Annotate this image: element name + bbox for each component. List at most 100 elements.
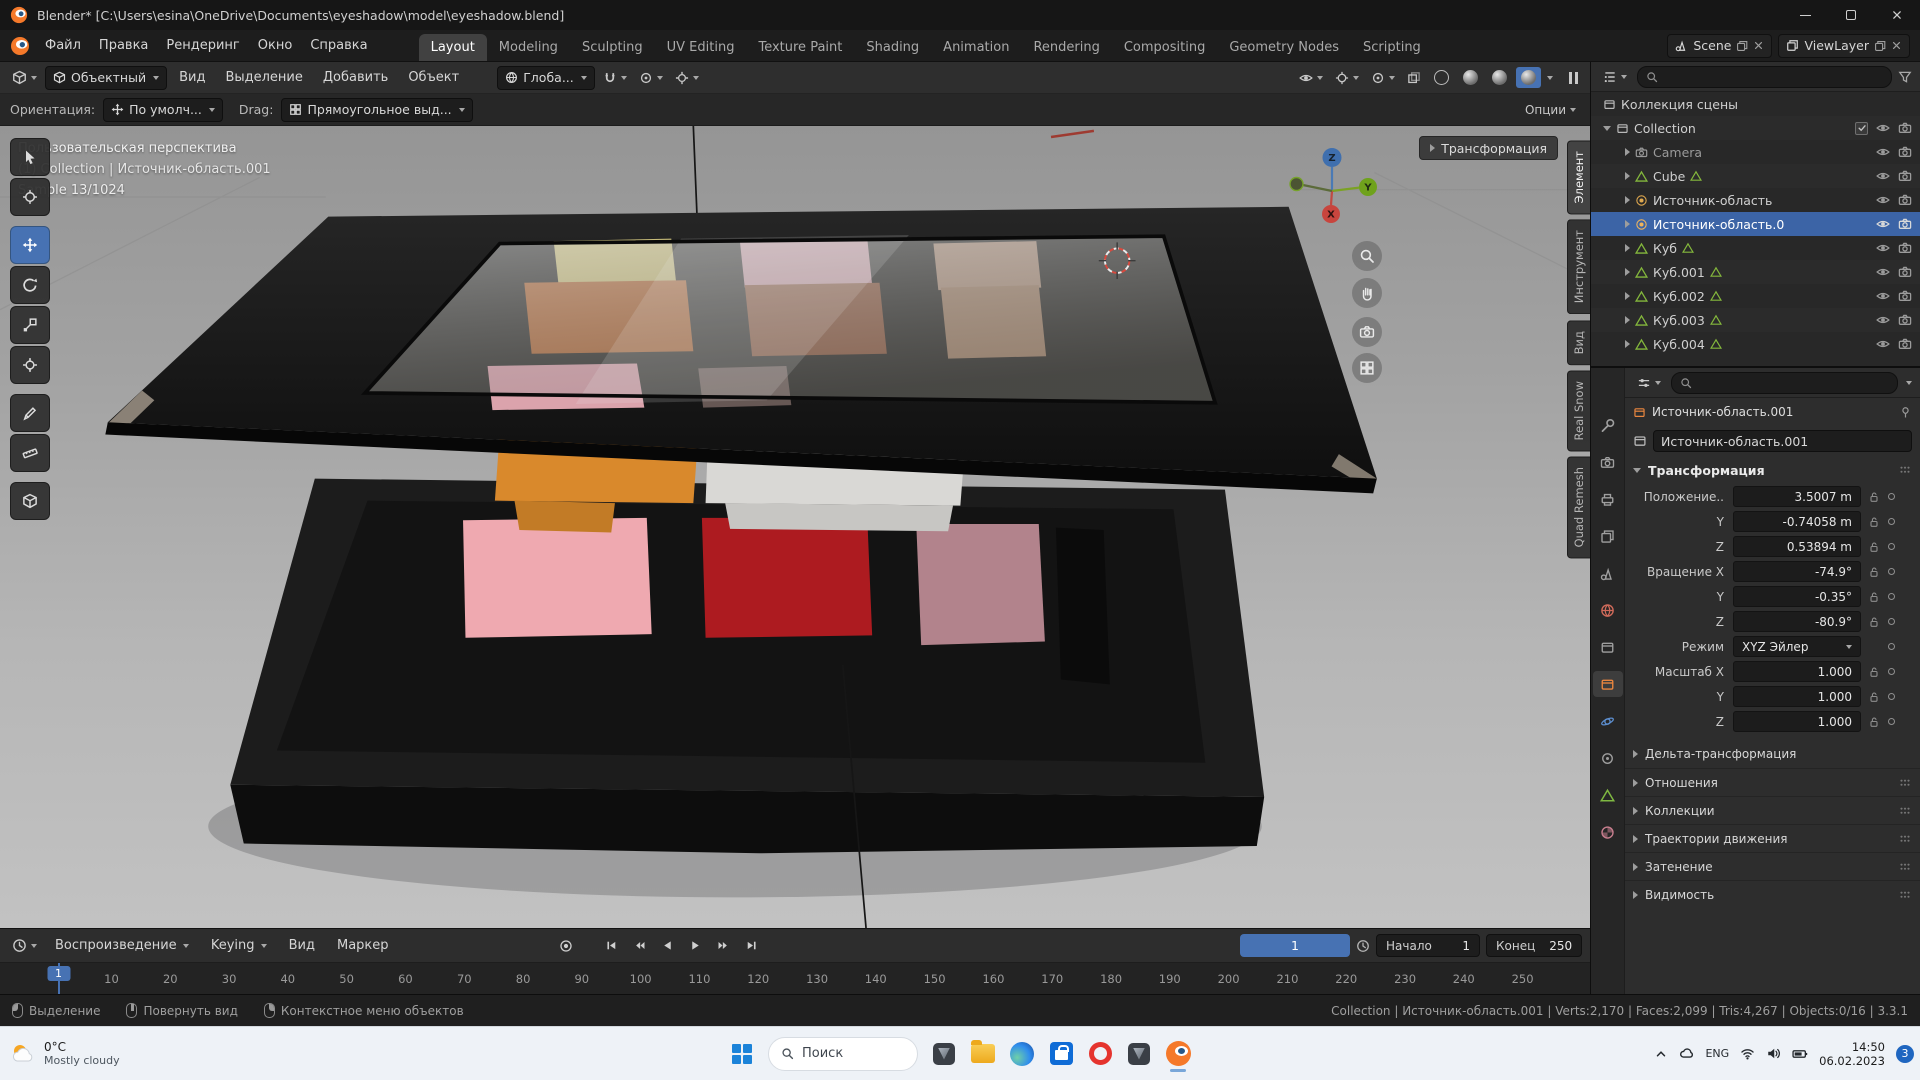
view-layer-selector[interactable]: ViewLayer [1778, 33, 1910, 58]
panel-grip-icon[interactable] [1898, 860, 1912, 874]
scale-y-field[interactable]: 1.000 [1733, 686, 1861, 707]
blender-menu-icon[interactable] [10, 36, 30, 56]
render-visibility-icon[interactable] [1898, 337, 1912, 351]
lock-icon[interactable] [1865, 666, 1883, 678]
animate-dot[interactable] [1888, 618, 1895, 625]
viewport-canvas[interactable]: Пользовательская перспектива (1) Collect… [0, 126, 1590, 928]
hide-eye-icon[interactable] [1876, 337, 1890, 351]
shading-wireframe-button[interactable] [1429, 67, 1454, 88]
minimize-button[interactable] [1782, 0, 1828, 30]
properties-filter-caret[interactable] [1906, 380, 1912, 385]
tab-scripting[interactable]: Scripting [1351, 34, 1433, 61]
collections-panel[interactable]: Коллекции [1625, 796, 1920, 824]
frame-end-field[interactable]: Конец 250 [1486, 934, 1582, 957]
render-visibility-icon[interactable] [1898, 265, 1912, 279]
tab-uv-editing[interactable]: UV Editing [655, 34, 747, 61]
outliner-search-input[interactable] [1637, 65, 1892, 88]
animate-dot[interactable] [1888, 543, 1895, 550]
rotation-x-field[interactable]: -74.9° [1733, 561, 1861, 582]
properties-search-input[interactable] [1671, 371, 1898, 394]
animate-dot[interactable] [1888, 518, 1895, 525]
hide-eye-icon[interactable] [1876, 265, 1890, 279]
render-visibility-icon[interactable] [1898, 289, 1912, 303]
ortho-toggle-gadget[interactable] [1352, 353, 1382, 383]
swatch-pink[interactable] [463, 517, 652, 638]
expand-icon[interactable] [1625, 172, 1630, 180]
tab-world[interactable] [1593, 597, 1623, 623]
task-view-button[interactable] [931, 1041, 957, 1067]
shading-options-caret[interactable] [1547, 75, 1553, 80]
expand-icon[interactable] [1625, 292, 1630, 300]
wifi-icon[interactable] [1740, 1046, 1755, 1061]
panel-grip-icon[interactable] [1898, 776, 1912, 790]
transform-panel-header[interactable]: Трансформация [1419, 136, 1558, 160]
relations-panel[interactable]: Отношения [1625, 768, 1920, 796]
view-menu[interactable]: Вид [281, 929, 323, 962]
remove-view-layer-icon[interactable] [1891, 40, 1902, 51]
sidebar-tab-tool[interactable]: Инструмент [1567, 219, 1590, 315]
onedrive-cloud-icon[interactable] [1679, 1046, 1694, 1061]
jump-to-end-button[interactable] [739, 935, 765, 957]
menu-edit[interactable]: Правка [90, 30, 157, 61]
navigation-gizmo[interactable]: Z Y X [1287, 144, 1377, 234]
hide-eye-icon[interactable] [1876, 145, 1890, 159]
shading-solid-button[interactable] [1458, 67, 1483, 88]
swatch-red[interactable] [701, 517, 873, 638]
tab-texture-paint[interactable]: Texture Paint [746, 34, 854, 61]
hidden-icons-caret[interactable] [1654, 1047, 1668, 1061]
marker-menu[interactable]: Маркер [329, 929, 397, 962]
render-visibility-icon[interactable] [1898, 217, 1912, 231]
tab-object-data[interactable] [1593, 782, 1623, 808]
visibility-panel[interactable]: Видимость [1625, 880, 1920, 908]
animate-dot[interactable] [1888, 668, 1895, 675]
transform-orientation-dropdown[interactable]: Глоба... [497, 65, 595, 90]
proportional-editing-dropdown[interactable] [671, 69, 703, 87]
render-visibility-icon[interactable] [1898, 169, 1912, 183]
unlink-scene-icon[interactable] [1753, 40, 1764, 51]
expand-icon[interactable] [1625, 268, 1630, 276]
outliner-row-kub[interactable]: Куб [1591, 236, 1920, 260]
gizmos-dropdown[interactable] [1331, 69, 1363, 87]
jump-to-start-button[interactable] [599, 935, 625, 957]
new-scene-icon[interactable] [1736, 40, 1748, 52]
rotation-mode-dropdown[interactable]: XYZ Эйлер [1733, 636, 1861, 657]
tab-layout[interactable]: Layout [418, 34, 487, 61]
menu-view[interactable]: Вид [171, 62, 213, 93]
outliner-row-cube[interactable]: Cube [1591, 164, 1920, 188]
play-reverse-button[interactable] [655, 935, 681, 957]
pivot-point-dropdown[interactable] [635, 69, 667, 87]
auto-keying-button[interactable] [553, 935, 579, 957]
menu-file[interactable]: Файл [36, 30, 90, 61]
menu-render[interactable]: Рендеринг [157, 30, 248, 61]
pin-icon[interactable] [1899, 406, 1912, 419]
blender-taskbar-button[interactable] [1165, 1041, 1191, 1072]
expand-icon[interactable] [1625, 196, 1630, 204]
tab-sculpting[interactable]: Sculpting [570, 34, 655, 61]
hide-eye-icon[interactable] [1876, 217, 1890, 231]
scale-z-field[interactable]: 1.000 [1733, 711, 1861, 732]
scene-selector[interactable]: Scene [1667, 33, 1773, 58]
shading-panel[interactable]: Затенение [1625, 852, 1920, 880]
animate-dot[interactable] [1888, 593, 1895, 600]
sidebar-tab-view[interactable]: Вид [1567, 319, 1590, 365]
xray-toggle[interactable] [1403, 69, 1425, 87]
hide-eye-icon[interactable] [1876, 193, 1890, 207]
viewport-scene[interactable] [0, 126, 1590, 928]
snap-toggle[interactable] [599, 69, 631, 87]
close-button[interactable] [1874, 0, 1920, 30]
render-visibility-icon[interactable] [1898, 145, 1912, 159]
rotation-z-field[interactable]: -80.9° [1733, 611, 1861, 632]
animate-dot[interactable] [1888, 693, 1895, 700]
notification-badge[interactable]: 3 [1896, 1044, 1914, 1063]
rotate-tool[interactable] [10, 266, 50, 304]
object-browse-icon[interactable] [1633, 434, 1647, 448]
palette-base[interactable] [230, 478, 1265, 854]
prev-keyframe-button[interactable] [627, 935, 653, 957]
render-visibility-icon[interactable] [1898, 313, 1912, 327]
play-button[interactable] [683, 935, 709, 957]
hide-eye-icon[interactable] [1876, 169, 1890, 183]
edge-button[interactable] [1009, 1041, 1035, 1067]
tab-geometry-nodes[interactable]: Geometry Nodes [1217, 34, 1351, 61]
next-keyframe-button[interactable] [711, 935, 737, 957]
tab-physics[interactable] [1593, 708, 1623, 734]
